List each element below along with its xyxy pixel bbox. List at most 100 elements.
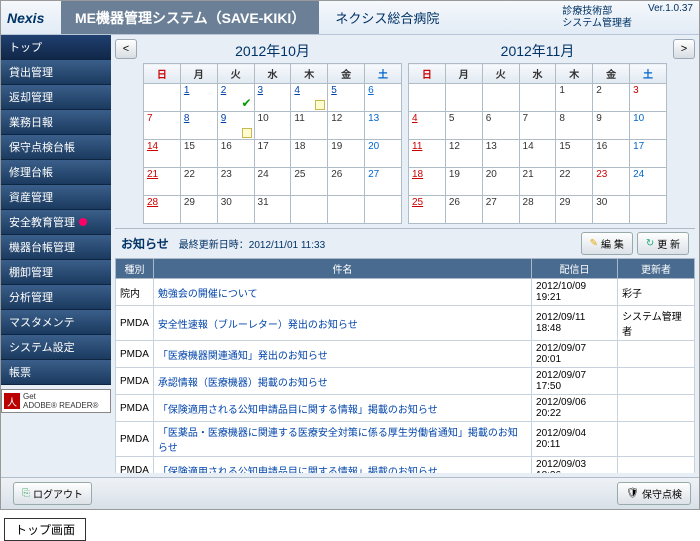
calendar-cell[interactable]: 15: [180, 140, 217, 168]
sidebar-item[interactable]: 修理台帳: [1, 160, 111, 185]
sidebar-item[interactable]: トップ: [1, 35, 111, 60]
calendar-cell[interactable]: 13: [365, 112, 402, 140]
calendar-cell[interactable]: 3: [254, 84, 291, 112]
calendar-cell[interactable]: 5: [445, 112, 482, 140]
maintenance-button[interactable]: 保守点検: [617, 482, 691, 505]
notice-row[interactable]: PMDA「医療機器関連通知」発出のお知らせ2012/09/07 20:01: [116, 341, 695, 368]
notice-row[interactable]: PMDA承認情報（医療機器）掲載のお知らせ2012/09/07 17:50: [116, 368, 695, 395]
calendar-cell[interactable]: 18: [409, 168, 446, 196]
sidebar-item[interactable]: 返却管理: [1, 85, 111, 110]
calendar-cell[interactable]: 10: [254, 112, 291, 140]
day-link[interactable]: 11: [412, 141, 422, 152]
calendar-cell[interactable]: 30: [593, 196, 630, 224]
notice-scroll[interactable]: 種別件名配信日更新者院内勉強会の開催について2012/10/09 19:21彩子…: [115, 258, 695, 473]
calendar-cell[interactable]: 25: [291, 168, 328, 196]
next-month-button[interactable]: >: [673, 39, 695, 59]
sidebar-item[interactable]: 保守点検台帳: [1, 135, 111, 160]
calendar-cell[interactable]: 14: [519, 140, 556, 168]
day-link[interactable]: 9: [221, 113, 227, 124]
calendar-cell[interactable]: 8: [556, 112, 593, 140]
notice-row[interactable]: PMDA「保険適用される公知申請品目に関する情報」掲載のお知らせ2012/09/…: [116, 395, 695, 422]
calendar-cell[interactable]: 7: [519, 112, 556, 140]
calendar-cell[interactable]: 21: [519, 168, 556, 196]
calendar-cell[interactable]: 1: [556, 84, 593, 112]
calendar-cell[interactable]: 22: [556, 168, 593, 196]
day-link[interactable]: 8: [184, 113, 190, 124]
prev-month-button[interactable]: <: [115, 39, 137, 59]
sidebar-item[interactable]: 安全教育管理: [1, 210, 111, 235]
notice-row[interactable]: PMDA「医薬品・医療機器に関連する医療安全対策に係る厚生労働省通知」掲載のお知…: [116, 422, 695, 457]
day-link[interactable]: 3: [258, 85, 264, 96]
calendar-cell[interactable]: 9: [593, 112, 630, 140]
notice-row[interactable]: PMDA安全性速報（ブルーレター）発出のお知らせ2012/09/11 18:48…: [116, 306, 695, 341]
calendar-cell[interactable]: 20: [482, 168, 519, 196]
calendar-cell[interactable]: 18: [291, 140, 328, 168]
calendar-cell[interactable]: 14: [144, 140, 181, 168]
logout-button[interactable]: ログアウト: [13, 482, 92, 505]
calendar-cell[interactable]: 6: [365, 84, 402, 112]
notice-row[interactable]: PMDA「保険適用される公知申請品目に関する情報」掲載のお知らせ2012/09/…: [116, 457, 695, 474]
sidebar-item[interactable]: 棚卸管理: [1, 260, 111, 285]
calendar-cell[interactable]: 28: [519, 196, 556, 224]
calendar-cell[interactable]: 3: [630, 84, 667, 112]
day-link[interactable]: 25: [412, 197, 423, 208]
calendar-cell[interactable]: 10: [630, 112, 667, 140]
day-link[interactable]: 14: [147, 141, 158, 152]
sidebar-item[interactable]: 業務日報: [1, 110, 111, 135]
calendar-cell[interactable]: 28: [144, 196, 181, 224]
calendar-cell[interactable]: 23: [593, 168, 630, 196]
calendar-cell[interactable]: 30: [217, 196, 254, 224]
calendar-cell[interactable]: 16: [217, 140, 254, 168]
calendar-cell[interactable]: 26: [445, 196, 482, 224]
calendar-cell[interactable]: 8: [180, 112, 217, 140]
calendar-cell[interactable]: 2✔: [217, 84, 254, 112]
day-link[interactable]: 4: [412, 113, 418, 124]
day-link[interactable]: 4: [294, 85, 300, 96]
sidebar-item[interactable]: 貸出管理: [1, 60, 111, 85]
calendar-cell[interactable]: 12: [328, 112, 365, 140]
day-link[interactable]: 2: [221, 85, 227, 96]
calendar-cell[interactable]: 31: [254, 196, 291, 224]
calendar-cell[interactable]: 23: [217, 168, 254, 196]
calendar-cell[interactable]: 22: [180, 168, 217, 196]
calendar-cell[interactable]: 13: [482, 140, 519, 168]
calendar-cell[interactable]: 6: [482, 112, 519, 140]
refresh-button[interactable]: 更 新: [637, 232, 689, 255]
sidebar-item[interactable]: 帳票: [1, 360, 111, 385]
calendar-cell[interactable]: 19: [445, 168, 482, 196]
calendar-cell[interactable]: 7: [144, 112, 181, 140]
day-link[interactable]: 5: [331, 85, 337, 96]
notice-row[interactable]: 院内勉強会の開催について2012/10/09 19:21彩子: [116, 279, 695, 306]
calendar-cell[interactable]: 12: [445, 140, 482, 168]
calendar-cell[interactable]: 17: [630, 140, 667, 168]
calendar-cell[interactable]: 19: [328, 140, 365, 168]
calendar-cell[interactable]: 29: [180, 196, 217, 224]
calendar-cell[interactable]: 27: [482, 196, 519, 224]
calendar-cell[interactable]: 27: [365, 168, 402, 196]
calendar-cell[interactable]: 11: [409, 140, 446, 168]
calendar-cell[interactable]: 15: [556, 140, 593, 168]
calendar-cell[interactable]: 20: [365, 140, 402, 168]
sidebar-item[interactable]: 資産管理: [1, 185, 111, 210]
day-link[interactable]: 21: [147, 169, 158, 180]
calendar-cell[interactable]: 24: [630, 168, 667, 196]
sidebar-item[interactable]: 機器台帳管理: [1, 235, 111, 260]
calendar-cell[interactable]: 4: [291, 84, 328, 112]
calendar-cell[interactable]: 16: [593, 140, 630, 168]
day-link[interactable]: 28: [147, 197, 158, 208]
day-link[interactable]: 6: [368, 85, 374, 96]
calendar-cell[interactable]: 17: [254, 140, 291, 168]
calendar-cell[interactable]: 25: [409, 196, 446, 224]
calendar-cell[interactable]: 11: [291, 112, 328, 140]
sidebar-item[interactable]: 分析管理: [1, 285, 111, 310]
sidebar-item[interactable]: システム設定: [1, 335, 111, 360]
adobe-reader-link[interactable]: 人 Get ADOBE® READER®: [1, 389, 111, 413]
calendar-cell[interactable]: 21: [144, 168, 181, 196]
day-link[interactable]: 18: [412, 169, 423, 180]
calendar-cell[interactable]: 9: [217, 112, 254, 140]
day-link[interactable]: 1: [184, 85, 190, 96]
edit-button[interactable]: 編 集: [581, 232, 633, 255]
calendar-cell[interactable]: 2: [593, 84, 630, 112]
calendar-cell[interactable]: 26: [328, 168, 365, 196]
calendar-cell[interactable]: 1: [180, 84, 217, 112]
